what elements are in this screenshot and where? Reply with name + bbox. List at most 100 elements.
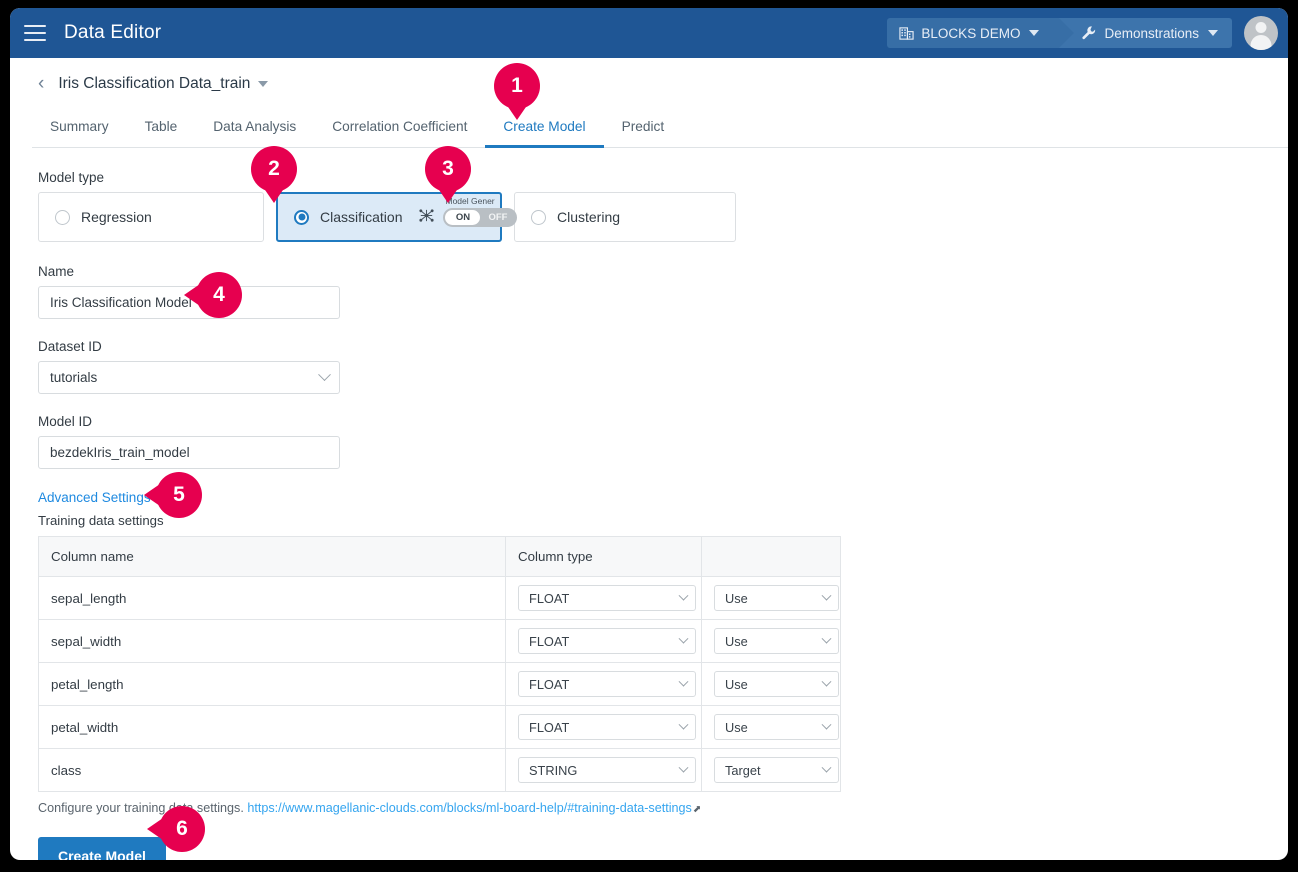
cell-column-usage: Use bbox=[701, 705, 841, 749]
tab-data-analysis[interactable]: Data Analysis bbox=[195, 109, 314, 148]
chevron-down-icon bbox=[821, 762, 832, 773]
column-usage-value: Use bbox=[725, 719, 748, 735]
create-model-form: Model type Regression Classification Mod… bbox=[10, 148, 1288, 860]
training-data-settings-label: Training data settings bbox=[38, 513, 164, 528]
advanced-settings-link[interactable]: Advanced Settings bbox=[38, 490, 151, 505]
document-title[interactable]: Iris Classification Data_train bbox=[58, 75, 250, 93]
hamburger-menu-icon[interactable] bbox=[24, 25, 46, 41]
cell-column-usage: Use bbox=[701, 619, 841, 663]
advanced-settings-row: Advanced Settings bbox=[38, 489, 1260, 513]
cell-column-usage: Use bbox=[701, 662, 841, 706]
chevron-down-icon bbox=[821, 590, 832, 601]
cell-column-usage: Target bbox=[702, 749, 841, 792]
column-usage-value: Use bbox=[725, 633, 748, 649]
column-type-select[interactable]: FLOAT bbox=[518, 671, 696, 697]
chevron-down-icon bbox=[1029, 30, 1040, 36]
model-type-label: Model type bbox=[38, 170, 105, 185]
model-id-label: Model ID bbox=[38, 414, 93, 429]
model-id-input[interactable] bbox=[38, 436, 340, 469]
column-usage-value: Target bbox=[725, 762, 761, 778]
topbar-right-group: BLOCKS DEMO Demonstrations bbox=[887, 16, 1278, 50]
chevron-down-icon bbox=[318, 368, 331, 382]
tab-summary[interactable]: Summary bbox=[32, 109, 127, 148]
model-type-option-classification[interactable]: Classification Model Gener ON OFF bbox=[276, 192, 518, 242]
model-type-clustering-label: Clustering bbox=[557, 209, 621, 225]
chevron-down-icon bbox=[821, 719, 832, 730]
header-column-type: Column type bbox=[505, 536, 702, 577]
dataset-id-field-group: Dataset ID tutorials bbox=[38, 339, 1260, 394]
document-title-row: ‹ Iris Classification Data_train bbox=[38, 74, 1288, 93]
top-navigation-bar: Data Editor BLOCKS DEMO Demonstrations bbox=[10, 8, 1288, 58]
chevron-down-icon bbox=[678, 676, 689, 687]
wrench-icon bbox=[1081, 25, 1097, 41]
user-avatar[interactable] bbox=[1244, 16, 1278, 50]
tab-create-model[interactable]: Create Model bbox=[485, 109, 604, 148]
callout-marker-3: 3 bbox=[425, 146, 471, 192]
column-usage-select[interactable]: Use bbox=[714, 585, 839, 611]
dataset-id-select[interactable]: tutorials bbox=[38, 361, 340, 394]
radio-classification[interactable] bbox=[294, 209, 309, 225]
column-type-value: FLOAT bbox=[529, 590, 570, 606]
column-type-select[interactable]: FLOAT bbox=[518, 628, 696, 654]
model-generation-toggle[interactable]: ON OFF bbox=[443, 207, 518, 227]
column-usage-select[interactable]: Use bbox=[714, 671, 839, 697]
create-model-button[interactable]: Create Model bbox=[38, 837, 166, 860]
column-usage-select[interactable]: Target bbox=[714, 757, 839, 783]
toggle-off-segment[interactable]: OFF bbox=[480, 210, 515, 225]
training-data-settings-table: Column name Column type sepal_length FLO… bbox=[38, 536, 841, 792]
chevron-down-icon[interactable] bbox=[258, 80, 269, 87]
table-row: petal_length FLOAT Use bbox=[38, 662, 841, 706]
column-usage-select[interactable]: Use bbox=[714, 628, 839, 654]
cell-column-type: FLOAT bbox=[505, 619, 702, 663]
dataset-id-label: Dataset ID bbox=[38, 339, 102, 354]
column-type-select[interactable]: FLOAT bbox=[518, 585, 696, 611]
header-column-usage bbox=[701, 536, 841, 577]
tab-bar: Summary Table Data Analysis Correlation … bbox=[32, 109, 1288, 148]
breadcrumb-demonstrations[interactable]: Demonstrations bbox=[1059, 18, 1232, 48]
column-usage-value: Use bbox=[725, 590, 748, 606]
table-row: class STRING Target bbox=[38, 748, 841, 792]
chevron-down-icon bbox=[678, 762, 689, 773]
breadcrumb-blocks-demo[interactable]: BLOCKS DEMO bbox=[887, 18, 1075, 48]
cell-column-type: FLOAT bbox=[505, 705, 702, 749]
model-type-option-clustering[interactable]: Clustering bbox=[514, 192, 736, 242]
dataset-id-value: tutorials bbox=[50, 370, 98, 385]
cell-column-name: class bbox=[38, 748, 506, 792]
training-data-settings-note: Configure your training data settings. h… bbox=[38, 801, 1260, 815]
header-column-name: Column name bbox=[38, 536, 506, 577]
cell-column-usage: Use bbox=[701, 576, 841, 620]
cell-column-type: FLOAT bbox=[505, 576, 702, 620]
chevron-down-icon bbox=[678, 633, 689, 644]
app-title: Data Editor bbox=[64, 22, 162, 43]
tab-predict[interactable]: Predict bbox=[604, 109, 683, 148]
callout-marker-4: 4 bbox=[196, 272, 242, 318]
cell-column-name: sepal_width bbox=[38, 619, 506, 663]
table-row: sepal_length FLOAT Use bbox=[38, 576, 841, 620]
chevron-down-icon bbox=[821, 633, 832, 644]
column-type-select[interactable]: STRING bbox=[518, 757, 696, 783]
breadcrumb-blocks-demo-label: BLOCKS DEMO bbox=[921, 25, 1021, 41]
radio-regression[interactable] bbox=[55, 209, 70, 225]
external-link-icon: ⬈ bbox=[692, 804, 702, 815]
radio-clustering[interactable] bbox=[531, 209, 546, 225]
toggle-on-segment[interactable]: ON bbox=[445, 209, 481, 225]
page-header: ‹ Iris Classification Data_train Summary… bbox=[10, 58, 1288, 148]
chevron-left-icon[interactable]: ‹ bbox=[38, 74, 44, 93]
model-generation-control: Model Gener ON OFF bbox=[418, 196, 518, 227]
column-type-value: STRING bbox=[529, 762, 578, 778]
tab-correlation-coefficient[interactable]: Correlation Coefficient bbox=[314, 109, 485, 148]
tab-table[interactable]: Table bbox=[127, 109, 196, 148]
column-usage-select[interactable]: Use bbox=[714, 714, 839, 740]
app-window: Data Editor BLOCKS DEMO Demonstrations ‹… bbox=[10, 8, 1288, 860]
callout-marker-6: 6 bbox=[159, 806, 205, 852]
building-icon bbox=[899, 26, 915, 41]
column-type-select[interactable]: FLOAT bbox=[518, 714, 696, 740]
table-row: sepal_width FLOAT Use bbox=[38, 619, 841, 663]
note-text: Configure your training data settings. bbox=[38, 801, 244, 815]
help-link[interactable]: https://www.magellanic-clouds.com/blocks… bbox=[247, 801, 691, 815]
table-row: petal_width FLOAT Use bbox=[38, 705, 841, 749]
callout-marker-1: 1 bbox=[494, 63, 540, 109]
model-type-classification-label: Classification bbox=[320, 209, 403, 225]
model-type-option-regression[interactable]: Regression bbox=[38, 192, 264, 242]
chevron-down-icon bbox=[678, 590, 689, 601]
